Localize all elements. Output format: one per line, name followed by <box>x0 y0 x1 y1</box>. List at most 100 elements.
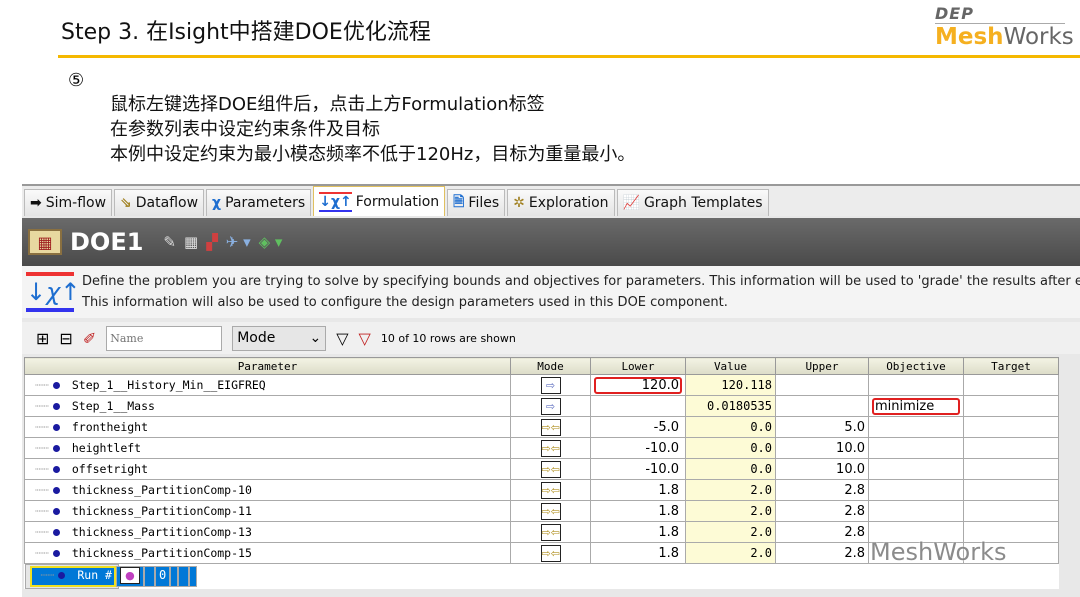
value-cell[interactable]: 0.0 <box>685 416 776 438</box>
objective-cell[interactable]: minimize <box>868 395 964 417</box>
upper-cell[interactable]: 10.0 <box>775 458 869 480</box>
value-cell[interactable]: 0.0 <box>685 458 776 480</box>
input-output-mode-icon[interactable]: ⇨⇦ <box>540 418 561 436</box>
lower-cell[interactable]: -10.0 <box>590 437 686 459</box>
tab-parameters[interactable]: χ Parameters <box>206 189 312 216</box>
table-row[interactable]: ┈┈ Step_1__History_Min__EIGFREQ ⇨ 120.0 1… <box>24 374 1059 396</box>
objective-cell[interactable] <box>868 437 964 459</box>
column-header-value[interactable]: Value <box>685 357 776 375</box>
tools-icon[interactable]: ✈ ▾ <box>226 233 251 251</box>
table-row[interactable]: ┈┈ heightleft ⇨⇦ -10.0 0.0 10.0 <box>24 437 1059 459</box>
name-filter-input[interactable] <box>106 325 223 351</box>
value-cell[interactable]: 2.0 <box>685 542 776 564</box>
output-mode-icon[interactable]: ⇨ <box>540 397 561 415</box>
table-icon[interactable]: ▦ <box>184 233 198 251</box>
mode-cell[interactable]: ⇨⇦ <box>510 479 591 501</box>
target-cell[interactable] <box>963 395 1059 417</box>
target-cell[interactable] <box>963 458 1059 480</box>
column-header-parameter[interactable]: Parameter <box>24 357 511 375</box>
table-row[interactable]: ┈┈ offsetright ⇨⇦ -10.0 0.0 10.0 <box>24 458 1059 480</box>
objective-cell[interactable] <box>868 374 964 396</box>
table-row[interactable]: ┈┈ Step_1__Mass ⇨ 0.0180535 minimize <box>24 395 1059 417</box>
parameter-name-cell[interactable]: ┈┈ frontheight <box>24 416 511 438</box>
tab-sim-flow[interactable]: ➡ Sim-flow <box>24 189 113 216</box>
input-output-mode-icon[interactable]: ⇨⇦ <box>540 544 561 562</box>
lower-cell[interactable]: 1.8 <box>590 542 686 564</box>
mode-cell[interactable]: ● <box>115 566 144 587</box>
lower-cell[interactable]: 1.8 <box>590 521 686 543</box>
upper-cell[interactable]: 10.0 <box>775 437 869 459</box>
column-header-mode[interactable]: Mode <box>510 357 591 375</box>
design-matrix-icon[interactable]: ▞ <box>206 233 218 251</box>
objective-cell[interactable] <box>178 566 190 587</box>
input-output-mode-icon[interactable]: ⇨⇦ <box>540 523 561 541</box>
target-cell[interactable] <box>963 416 1059 438</box>
column-header-target[interactable]: Target <box>963 357 1059 375</box>
target-cell[interactable] <box>189 566 198 587</box>
output-mode-icon[interactable]: ⇨ <box>540 376 561 394</box>
filter-icon[interactable]: ▽ <box>336 329 348 348</box>
objective-cell[interactable] <box>868 416 964 438</box>
edit-icon[interactable]: ✎ <box>163 233 176 251</box>
lower-cell[interactable]: 1.8 <box>590 479 686 501</box>
mode-cell[interactable]: ⇨⇦ <box>510 521 591 543</box>
upper-cell[interactable] <box>170 566 179 587</box>
parameter-name-cell[interactable]: ┈┈ offsetright <box>24 458 511 480</box>
parameter-name-cell[interactable]: ┈┈ Run # <box>29 566 116 587</box>
table-row[interactable]: ┈┈ thickness_PartitionComp-11 ⇨⇦ 1.8 2.0 … <box>24 500 1059 522</box>
mode-cell[interactable]: ⇨⇦ <box>510 416 591 438</box>
upper-cell[interactable]: 2.8 <box>775 500 869 522</box>
input-output-mode-icon[interactable]: ⇨⇦ <box>540 481 561 499</box>
value-cell[interactable]: 2.0 <box>685 521 776 543</box>
value-cell[interactable]: 2.0 <box>685 479 776 501</box>
table-row[interactable]: ┈┈ frontheight ⇨⇦ -5.0 0.0 5.0 <box>24 416 1059 438</box>
clear-filter-icon[interactable]: ✐ <box>83 329 96 348</box>
upper-cell[interactable]: 2.8 <box>775 542 869 564</box>
tab-formulation[interactable]: ↓χ↑ Formulation <box>313 186 446 216</box>
upper-cell[interactable] <box>775 395 869 417</box>
filter-edit-icon[interactable]: ▽ <box>359 329 371 348</box>
value-cell[interactable]: 0.0 <box>685 437 776 459</box>
upper-cell[interactable]: 5.0 <box>775 416 869 438</box>
mode-cell[interactable]: ⇨⇦ <box>510 500 591 522</box>
objective-cell[interactable] <box>868 500 964 522</box>
lower-cell[interactable] <box>143 566 155 587</box>
input-output-mode-icon[interactable]: ⇨⇦ <box>540 439 561 457</box>
tab-files[interactable]: 🗎 Files <box>447 189 506 216</box>
upper-cell[interactable]: 2.8 <box>775 479 869 501</box>
lower-cell[interactable]: 1.8 <box>590 500 686 522</box>
tab-graph-templates[interactable]: 📈 Graph Templates <box>616 189 769 216</box>
tab-exploration[interactable]: ✲ Exploration <box>507 189 615 216</box>
input-output-mode-icon[interactable]: ⇨⇦ <box>540 502 561 520</box>
mode-cell[interactable]: ⇨⇦ <box>510 458 591 480</box>
lower-cell[interactable]: -5.0 <box>590 416 686 438</box>
objective-cell[interactable] <box>868 458 964 480</box>
expand-all-icon[interactable]: ⊞ <box>36 329 49 348</box>
objective-cell[interactable] <box>868 479 964 501</box>
local-mode-icon[interactable]: ● <box>119 567 140 584</box>
collapse-all-icon[interactable]: ⊟ <box>59 329 72 348</box>
upper-cell[interactable] <box>775 374 869 396</box>
parameter-name-cell[interactable]: ┈┈ heightleft <box>24 437 511 459</box>
lower-cell[interactable]: -10.0 <box>590 458 686 480</box>
value-cell[interactable]: 2.0 <box>685 500 776 522</box>
parameter-name-cell[interactable]: ┈┈ thickness_PartitionComp-15 <box>24 542 511 564</box>
mode-cell[interactable]: ⇨⇦ <box>510 437 591 459</box>
mode-cell[interactable]: ⇨⇦ <box>510 542 591 564</box>
tab-dataflow[interactable]: ⇘ Dataflow <box>114 189 205 216</box>
mode-filter-select[interactable]: Mode ⌄ <box>232 325 327 351</box>
target-cell[interactable] <box>963 437 1059 459</box>
parameter-name-cell[interactable]: ┈┈ Step_1__Mass <box>24 395 511 417</box>
lower-cell[interactable] <box>590 395 686 417</box>
target-cell[interactable] <box>963 374 1059 396</box>
table-row[interactable]: ┈┈ Run # ● 0 <box>24 564 198 589</box>
parameter-name-cell[interactable]: ┈┈ thickness_PartitionComp-11 <box>24 500 511 522</box>
input-output-mode-icon[interactable]: ⇨⇦ <box>540 460 561 478</box>
mode-cell[interactable]: ⇨ <box>510 395 591 417</box>
upper-cell[interactable]: 2.8 <box>775 521 869 543</box>
column-header-objective[interactable]: Objective <box>868 357 964 375</box>
view-icon[interactable]: ◈ ▾ <box>259 233 283 251</box>
parameter-name-cell[interactable]: ┈┈ thickness_PartitionComp-13 <box>24 521 511 543</box>
value-cell[interactable]: 0.0180535 <box>685 395 776 417</box>
table-row[interactable]: ┈┈ thickness_PartitionComp-10 ⇨⇦ 1.8 2.0 … <box>24 479 1059 501</box>
